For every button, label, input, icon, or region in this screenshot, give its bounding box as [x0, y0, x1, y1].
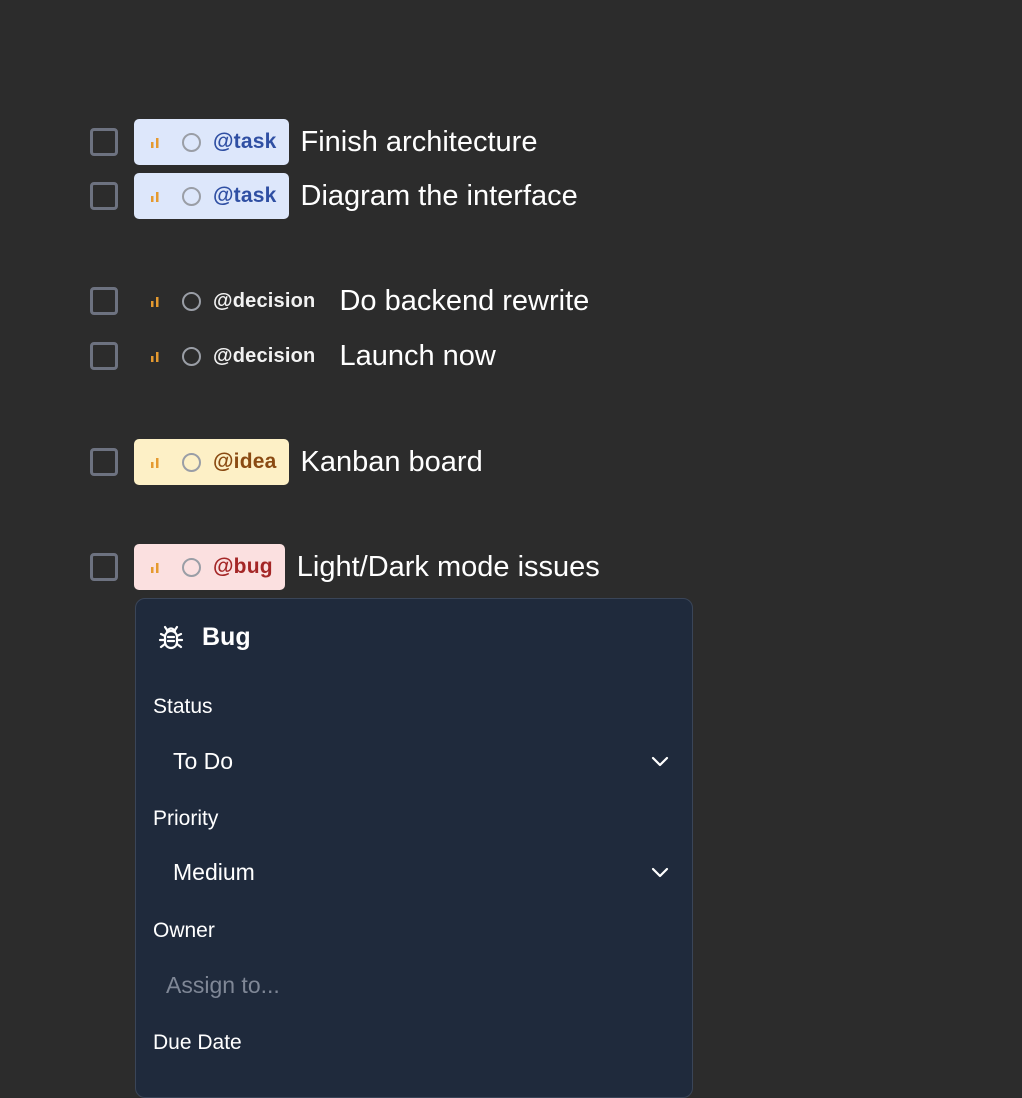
due-date-label: Due Date — [153, 1031, 242, 1054]
priority-value: Medium — [173, 858, 255, 885]
priority-label: Priority — [153, 807, 219, 830]
tag-chip-decision[interactable]: @decision — [134, 278, 327, 324]
priority-bars-icon — [151, 192, 159, 202]
tag-label: @decision — [213, 344, 316, 367]
priority-bars-icon — [151, 352, 159, 362]
list-item: @bug Light/Dark mode issues — [90, 544, 600, 590]
chevron-down-icon — [651, 756, 669, 767]
status-circle-icon[interactable] — [182, 346, 201, 366]
list-item: @idea Kanban board — [90, 439, 483, 485]
item-text[interactable]: Launch now — [339, 340, 495, 373]
tag-label: @task — [213, 184, 277, 207]
item-text[interactable]: Kanban board — [301, 446, 483, 479]
checkbox[interactable] — [90, 448, 118, 476]
tag-label: @task — [213, 130, 277, 153]
owner-input[interactable] — [154, 965, 698, 1005]
status-circle-icon[interactable] — [182, 452, 201, 472]
tag-chip-task[interactable]: @task — [134, 173, 289, 219]
popover-title: Bug — [202, 623, 251, 651]
popover-header: Bug — [158, 623, 251, 652]
priority-bars-icon — [151, 563, 159, 573]
tag-chip-task[interactable]: @task — [134, 119, 289, 165]
status-value: To Do — [173, 747, 234, 774]
chevron-down-icon — [651, 867, 669, 878]
tag-label: @idea — [213, 450, 277, 473]
tag-label: @decision — [213, 289, 316, 312]
checkbox[interactable] — [90, 128, 118, 156]
status-circle-icon[interactable] — [182, 186, 201, 206]
status-select[interactable]: To Do — [173, 741, 670, 781]
priority-select[interactable]: Medium — [173, 852, 670, 892]
status-circle-icon[interactable] — [182, 291, 201, 311]
priority-bars-icon — [151, 138, 159, 148]
list-item: @decision Launch now — [90, 333, 496, 379]
item-text[interactable]: Do backend rewrite — [339, 285, 589, 318]
priority-bars-icon — [151, 458, 159, 468]
list-item: @decision Do backend rewrite — [90, 278, 589, 324]
item-text[interactable]: Finish architecture — [301, 126, 538, 159]
bug-details-popover: Bug Status To Do Priority Medium Owner D… — [135, 598, 698, 1098]
tag-label: @bug — [213, 555, 273, 578]
checkbox[interactable] — [90, 287, 118, 315]
status-circle-icon[interactable] — [182, 557, 201, 577]
tag-chip-bug[interactable]: @bug — [134, 544, 285, 590]
tag-chip-idea[interactable]: @idea — [134, 439, 289, 485]
owner-label: Owner — [153, 919, 215, 942]
status-label: Status — [153, 695, 213, 718]
bug-icon — [158, 625, 184, 649]
item-text[interactable]: Diagram the interface — [301, 180, 578, 213]
list-item: @task Diagram the interface — [90, 173, 578, 219]
checkbox[interactable] — [90, 182, 118, 210]
checkbox[interactable] — [90, 342, 118, 370]
tag-chip-decision[interactable]: @decision — [134, 333, 327, 379]
list-item: @task Finish architecture — [90, 119, 537, 165]
checkbox[interactable] — [90, 553, 118, 581]
status-circle-icon[interactable] — [182, 132, 201, 152]
item-text[interactable]: Light/Dark mode issues — [297, 551, 600, 584]
priority-bars-icon — [151, 297, 159, 307]
